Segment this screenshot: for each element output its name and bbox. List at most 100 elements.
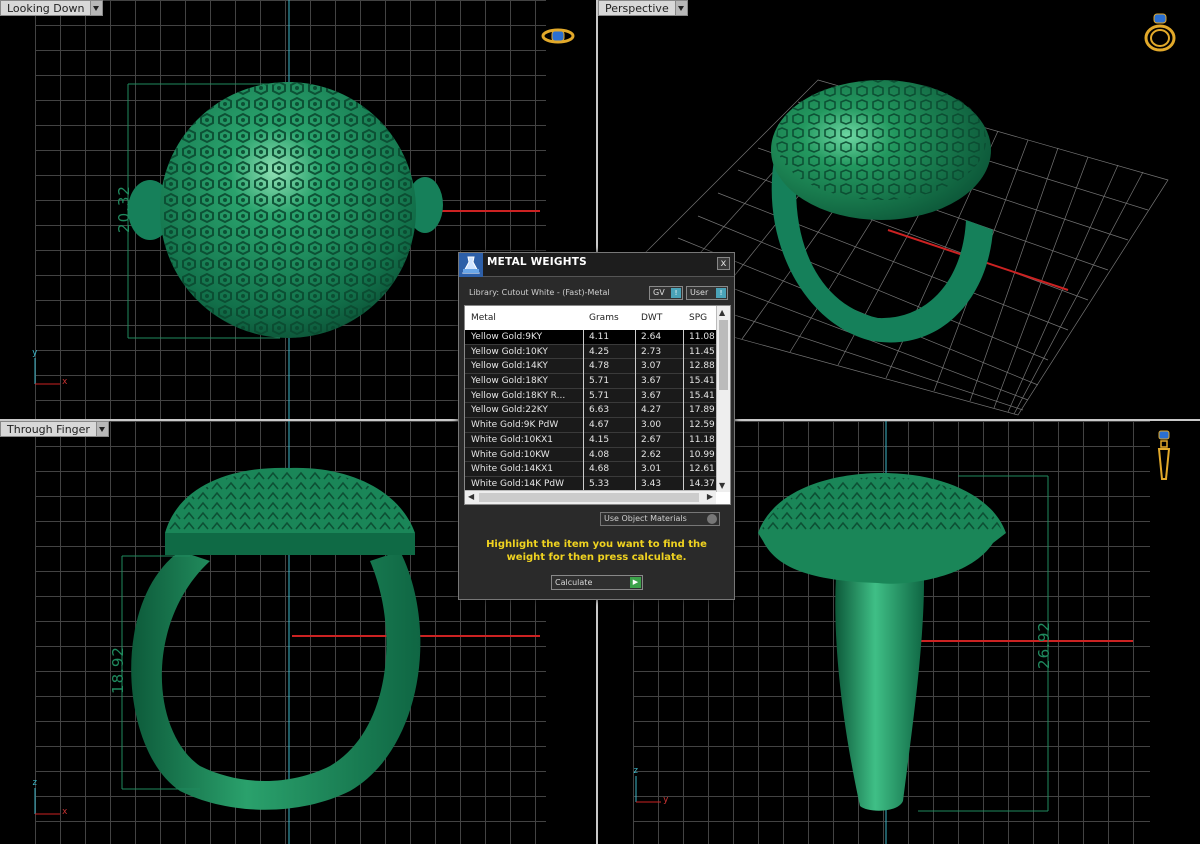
table-row[interactable]: Yellow Gold:9KY 4.11 2.64 11.08 (465, 330, 716, 345)
cell-grams: 4.25 (589, 346, 610, 357)
cell-metal: Yellow Gold:10KY (471, 346, 548, 357)
scroll-right-icon[interactable]: ▶ (707, 492, 713, 501)
scroll-left-icon[interactable]: ◀ (468, 492, 474, 501)
library-row: Library: Cutout White - (Fast)-Metal GV … (469, 286, 728, 300)
ring-view-icon[interactable] (1154, 429, 1174, 485)
viewport-label-through-finger[interactable]: Through Finger (0, 421, 109, 437)
table-row[interactable]: Yellow Gold:18KY R... 5.71 3.67 15.41 (465, 388, 716, 404)
column-header-dwt[interactable]: DWT (641, 313, 662, 323)
cell-metal: Yellow Gold:14KY (471, 361, 548, 372)
scrollbar-thumb[interactable] (479, 493, 699, 502)
table-row[interactable]: White Gold:10KW 4.08 2.62 10.99 (465, 447, 716, 463)
dialog-header[interactable]: METAL WEIGHTS x (459, 253, 734, 277)
viewport-label-perspective[interactable]: Perspective (598, 0, 688, 16)
ring-dome-pattern (761, 477, 1002, 531)
cell-grams: 5.71 (589, 390, 610, 401)
cell-spg: 14.37 (689, 478, 715, 489)
cell-spg: 11.18 (689, 434, 715, 445)
cell-dwt: 2.67 (641, 434, 662, 445)
viewport-label-looking-down[interactable]: Looking Down (0, 0, 104, 16)
cell-grams: 4.15 (589, 434, 610, 445)
cell-dwt: 3.43 (641, 478, 662, 489)
library-label: Library: Cutout White - (Fast)-Metal (469, 288, 610, 297)
ring-shank (835, 551, 924, 811)
dimension-label: 18.92 (108, 646, 127, 694)
ring-bezel (165, 533, 415, 555)
viewport-label-text: Through Finger (0, 421, 97, 437)
cell-metal: White Gold:14K PdW (471, 478, 565, 489)
chevron-down-icon[interactable] (91, 0, 104, 16)
cell-spg: 12.61 (689, 464, 715, 475)
use-object-materials-toggle[interactable]: Use Object Materials (600, 512, 720, 526)
cell-metal: Yellow Gold:18KY (471, 376, 548, 387)
calculate-label: Calculate (555, 578, 593, 587)
ring-dome-pattern (776, 80, 986, 200)
radio-icon (707, 514, 717, 524)
axis-y-label: y (663, 795, 669, 805)
viewport-label-text: Looking Down (0, 0, 92, 16)
use-object-materials-label: Use Object Materials (604, 514, 687, 523)
scroll-up-icon[interactable]: ▲ (719, 308, 725, 317)
cell-grams: 4.08 (589, 449, 610, 460)
cell-dwt: 3.67 (641, 390, 662, 401)
table-row[interactable]: Yellow Gold:18KY 5.71 3.67 15.41 (465, 374, 716, 389)
dimension-label: 20.32 (114, 185, 133, 233)
cell-grams: 4.67 (589, 420, 610, 431)
cell-dwt: 2.62 (641, 449, 662, 460)
table-row[interactable]: Yellow Gold:10KY 4.25 2.73 11.45 (465, 344, 716, 360)
cell-metal: Yellow Gold:22KY (471, 405, 548, 416)
calculate-button[interactable]: Calculate ▶ (551, 575, 643, 590)
cell-spg: 11.08 (689, 332, 715, 342)
scrollbar-thumb[interactable] (719, 320, 728, 390)
chevron-down-icon[interactable] (675, 0, 688, 16)
table-row[interactable]: White Gold:9K PdW 4.67 3.00 12.59 (465, 418, 716, 433)
cell-metal: White Gold:10KW (471, 449, 550, 460)
table-row[interactable]: White Gold:10KX1 4.15 2.67 11.18 (465, 432, 716, 448)
metal-weights-dialog: METAL WEIGHTS x Library: Cutout White - … (458, 252, 735, 600)
column-header-spg[interactable]: SPG (689, 313, 707, 323)
cell-dwt: 2.64 (641, 332, 662, 342)
cell-dwt: 3.01 (641, 464, 662, 475)
cell-grams: 4.68 (589, 464, 610, 475)
axis-z-label: z (32, 778, 38, 788)
viewport-label-text: Perspective (598, 0, 676, 16)
table-header: Metal Grams DWT SPG (465, 306, 716, 330)
cell-dwt: 2.73 (641, 346, 662, 357)
cell-spg: 15.41 (689, 390, 715, 401)
table-row[interactable]: Yellow Gold:22KY 6.63 4.27 17.89 (465, 403, 716, 419)
column-separator (583, 330, 584, 492)
column-header-grams[interactable]: Grams (589, 313, 619, 323)
cell-grams: 6.63 (589, 405, 610, 416)
gv-toggle[interactable]: GV ! (649, 286, 683, 300)
ring-view-icon[interactable] (1142, 10, 1182, 54)
metal-flask-icon (459, 253, 483, 277)
axis-x-label: x (62, 377, 68, 387)
column-separator (635, 330, 636, 492)
cell-spg: 12.88 (689, 361, 715, 372)
vertical-scrollbar[interactable]: ▲ ▼ (716, 306, 730, 492)
table-row[interactable]: White Gold:14KX1 4.68 3.01 12.61 (465, 462, 716, 477)
user-toggle-label: User (690, 288, 709, 297)
gv-toggle-label: GV (653, 288, 665, 297)
axis-x-label: x (62, 807, 68, 817)
axis-z-label: z (633, 766, 639, 776)
horizontal-scrollbar[interactable]: ◀ ▶ (465, 490, 716, 504)
table-row[interactable]: Yellow Gold:14KY 4.78 3.07 12.88 (465, 359, 716, 375)
checkbox-icon: ! (716, 288, 726, 298)
cell-spg: 17.89 (689, 405, 715, 416)
play-arrow-icon: ▶ (630, 577, 641, 588)
dimension-label: 26.92 (1034, 621, 1053, 669)
close-button[interactable]: x (717, 257, 730, 270)
user-toggle[interactable]: User ! (686, 286, 728, 300)
table-body: Yellow Gold:9KY 4.11 2.64 11.08 Yellow Gold:… (465, 330, 716, 492)
metal-table: Metal Grams DWT SPG Yellow Gold:9KY 4.11 2… (464, 305, 731, 505)
ring-view-icon[interactable] (538, 24, 578, 48)
ring-shank (131, 551, 421, 810)
column-header-metal[interactable]: Metal (471, 313, 496, 323)
cell-metal: White Gold:10KX1 (471, 434, 554, 445)
cell-metal: Yellow Gold:9KY (471, 332, 543, 342)
cell-spg: 15.41 (689, 376, 715, 387)
cell-grams: 4.78 (589, 361, 610, 372)
scroll-down-icon[interactable]: ▼ (719, 481, 725, 490)
chevron-down-icon[interactable] (96, 421, 109, 437)
